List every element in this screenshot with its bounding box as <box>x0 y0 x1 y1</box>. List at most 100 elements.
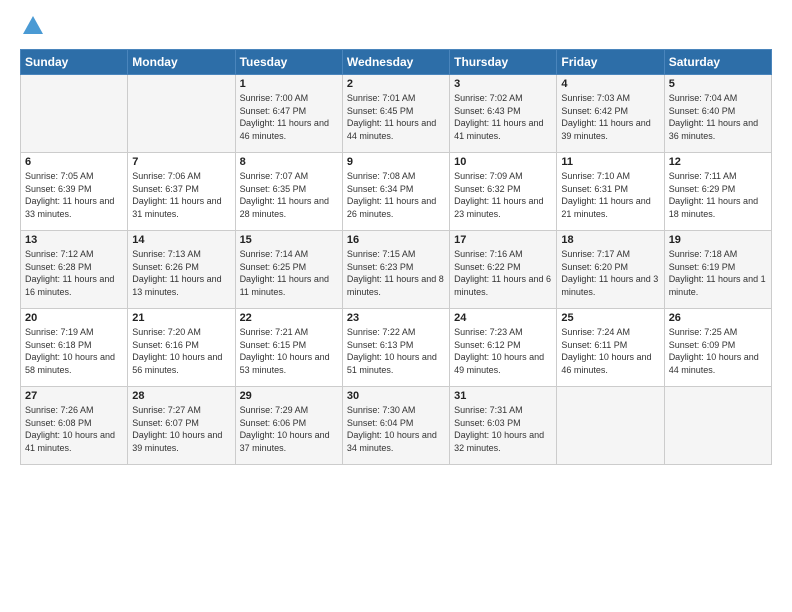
day-info: Sunrise: 7:24 AM Sunset: 6:11 PM Dayligh… <box>561 326 659 376</box>
calendar-header-row: SundayMondayTuesdayWednesdayThursdayFrid… <box>21 50 772 75</box>
day-number: 20 <box>25 312 123 324</box>
calendar-cell: 25 Sunrise: 7:24 AM Sunset: 6:11 PM Dayli… <box>557 309 664 387</box>
weekday-header: Monday <box>128 50 235 75</box>
calendar-cell: 14 Sunrise: 7:13 AM Sunset: 6:26 PM Dayli… <box>128 231 235 309</box>
header <box>20 16 772 39</box>
calendar-cell: 4 Sunrise: 7:03 AM Sunset: 6:42 PM Daylig… <box>557 75 664 153</box>
calendar-cell: 8 Sunrise: 7:07 AM Sunset: 6:35 PM Daylig… <box>235 153 342 231</box>
calendar-week-row: 20 Sunrise: 7:19 AM Sunset: 6:18 PM Dayli… <box>21 309 772 387</box>
weekday-header: Tuesday <box>235 50 342 75</box>
day-number: 1 <box>240 78 338 90</box>
calendar-week-row: 27 Sunrise: 7:26 AM Sunset: 6:08 PM Dayli… <box>21 387 772 465</box>
day-number: 15 <box>240 234 338 246</box>
day-number: 9 <box>347 156 445 168</box>
calendar-cell: 17 Sunrise: 7:16 AM Sunset: 6:22 PM Dayli… <box>450 231 557 309</box>
day-info: Sunrise: 7:10 AM Sunset: 6:31 PM Dayligh… <box>561 170 659 220</box>
calendar-cell: 29 Sunrise: 7:29 AM Sunset: 6:06 PM Dayli… <box>235 387 342 465</box>
calendar-cell: 31Sunrise: 7:31 AM Sunset: 6:03 PM Dayli… <box>450 387 557 465</box>
day-info: Sunrise: 7:02 AM Sunset: 6:43 PM Dayligh… <box>454 92 552 142</box>
calendar-cell: 23Sunrise: 7:22 AM Sunset: 6:13 PM Dayli… <box>342 309 449 387</box>
calendar-week-row: 6Sunrise: 7:05 AM Sunset: 6:39 PM Daylig… <box>21 153 772 231</box>
weekday-header: Thursday <box>450 50 557 75</box>
day-info: Sunrise: 7:17 AM Sunset: 6:20 PM Dayligh… <box>561 248 659 298</box>
day-info: Sunrise: 7:26 AM Sunset: 6:08 PM Dayligh… <box>25 404 123 454</box>
calendar-cell: 16Sunrise: 7:15 AM Sunset: 6:23 PM Dayli… <box>342 231 449 309</box>
day-number: 16 <box>347 234 445 246</box>
day-info: Sunrise: 7:27 AM Sunset: 6:07 PM Dayligh… <box>132 404 230 454</box>
day-info: Sunrise: 7:12 AM Sunset: 6:28 PM Dayligh… <box>25 248 123 298</box>
calendar-cell: 10Sunrise: 7:09 AM Sunset: 6:32 PM Dayli… <box>450 153 557 231</box>
day-number: 25 <box>561 312 659 324</box>
day-info: Sunrise: 7:03 AM Sunset: 6:42 PM Dayligh… <box>561 92 659 142</box>
day-number: 2 <box>347 78 445 90</box>
day-number: 19 <box>669 234 767 246</box>
day-info: Sunrise: 7:01 AM Sunset: 6:45 PM Dayligh… <box>347 92 445 142</box>
calendar-cell: 3Sunrise: 7:02 AM Sunset: 6:43 PM Daylig… <box>450 75 557 153</box>
calendar-cell <box>21 75 128 153</box>
day-info: Sunrise: 7:23 AM Sunset: 6:12 PM Dayligh… <box>454 326 552 376</box>
day-number: 29 <box>240 390 338 402</box>
day-info: Sunrise: 7:13 AM Sunset: 6:26 PM Dayligh… <box>132 248 230 298</box>
calendar-cell: 27 Sunrise: 7:26 AM Sunset: 6:08 PM Dayli… <box>21 387 128 465</box>
day-info: Sunrise: 7:22 AM Sunset: 6:13 PM Dayligh… <box>347 326 445 376</box>
day-number: 28 <box>132 390 230 402</box>
calendar-cell: 15 Sunrise: 7:14 AM Sunset: 6:25 PM Dayli… <box>235 231 342 309</box>
day-number: 8 <box>240 156 338 168</box>
calendar-cell: 1 Sunrise: 7:00 AM Sunset: 6:47 PM Daylig… <box>235 75 342 153</box>
day-number: 11 <box>561 156 659 168</box>
day-info: Sunrise: 7:30 AM Sunset: 6:04 PM Dayligh… <box>347 404 445 454</box>
logo-icon <box>23 16 43 34</box>
day-number: 27 <box>25 390 123 402</box>
calendar-week-row: 1 Sunrise: 7:00 AM Sunset: 6:47 PM Daylig… <box>21 75 772 153</box>
weekday-header: Friday <box>557 50 664 75</box>
day-number: 21 <box>132 312 230 324</box>
day-number: 7 <box>132 156 230 168</box>
calendar-cell: 24 Sunrise: 7:23 AM Sunset: 6:12 PM Dayli… <box>450 309 557 387</box>
day-info: Sunrise: 7:19 AM Sunset: 6:18 PM Dayligh… <box>25 326 123 376</box>
day-number: 18 <box>561 234 659 246</box>
day-number: 24 <box>454 312 552 324</box>
day-info: Sunrise: 7:09 AM Sunset: 6:32 PM Dayligh… <box>454 170 552 220</box>
day-info: Sunrise: 7:20 AM Sunset: 6:16 PM Dayligh… <box>132 326 230 376</box>
day-info: Sunrise: 7:14 AM Sunset: 6:25 PM Dayligh… <box>240 248 338 298</box>
calendar-cell <box>128 75 235 153</box>
calendar-cell: 5 Sunrise: 7:04 AM Sunset: 6:40 PM Daylig… <box>664 75 771 153</box>
day-info: Sunrise: 7:00 AM Sunset: 6:47 PM Dayligh… <box>240 92 338 142</box>
day-number: 13 <box>25 234 123 246</box>
day-number: 5 <box>669 78 767 90</box>
day-info: Sunrise: 7:08 AM Sunset: 6:34 PM Dayligh… <box>347 170 445 220</box>
calendar-cell: 21 Sunrise: 7:20 AM Sunset: 6:16 PM Dayli… <box>128 309 235 387</box>
calendar-cell: 6Sunrise: 7:05 AM Sunset: 6:39 PM Daylig… <box>21 153 128 231</box>
day-number: 4 <box>561 78 659 90</box>
day-number: 14 <box>132 234 230 246</box>
day-info: Sunrise: 7:07 AM Sunset: 6:35 PM Dayligh… <box>240 170 338 220</box>
day-number: 17 <box>454 234 552 246</box>
day-info: Sunrise: 7:21 AM Sunset: 6:15 PM Dayligh… <box>240 326 338 376</box>
day-info: Sunrise: 7:29 AM Sunset: 6:06 PM Dayligh… <box>240 404 338 454</box>
day-number: 31 <box>454 390 552 402</box>
calendar-cell: 9 Sunrise: 7:08 AM Sunset: 6:34 PM Daylig… <box>342 153 449 231</box>
day-info: Sunrise: 7:05 AM Sunset: 6:39 PM Dayligh… <box>25 170 123 220</box>
calendar-cell: 22 Sunrise: 7:21 AM Sunset: 6:15 PM Dayli… <box>235 309 342 387</box>
day-number: 12 <box>669 156 767 168</box>
calendar-cell: 20 Sunrise: 7:19 AM Sunset: 6:18 PM Dayli… <box>21 309 128 387</box>
calendar-cell: 26 Sunrise: 7:25 AM Sunset: 6:09 PM Dayli… <box>664 309 771 387</box>
weekday-header: Sunday <box>21 50 128 75</box>
day-info: Sunrise: 7:11 AM Sunset: 6:29 PM Dayligh… <box>669 170 767 220</box>
day-info: Sunrise: 7:16 AM Sunset: 6:22 PM Dayligh… <box>454 248 552 298</box>
calendar-cell: 19 Sunrise: 7:18 AM Sunset: 6:19 PM Dayli… <box>664 231 771 309</box>
day-number: 22 <box>240 312 338 324</box>
calendar-cell: 13 Sunrise: 7:12 AM Sunset: 6:28 PM Dayli… <box>21 231 128 309</box>
calendar-cell: 12 Sunrise: 7:11 AM Sunset: 6:29 PM Dayli… <box>664 153 771 231</box>
day-number: 26 <box>669 312 767 324</box>
calendar-cell: 2 Sunrise: 7:01 AM Sunset: 6:45 PM Daylig… <box>342 75 449 153</box>
logo <box>20 16 43 39</box>
day-info: Sunrise: 7:25 AM Sunset: 6:09 PM Dayligh… <box>669 326 767 376</box>
calendar-cell: 7Sunrise: 7:06 AM Sunset: 6:37 PM Daylig… <box>128 153 235 231</box>
day-info: Sunrise: 7:04 AM Sunset: 6:40 PM Dayligh… <box>669 92 767 142</box>
calendar-table: SundayMondayTuesdayWednesdayThursdayFrid… <box>20 49 772 465</box>
day-number: 30 <box>347 390 445 402</box>
day-info: Sunrise: 7:18 AM Sunset: 6:19 PM Dayligh… <box>669 248 767 298</box>
calendar-cell: 11 Sunrise: 7:10 AM Sunset: 6:31 PM Dayli… <box>557 153 664 231</box>
calendar-week-row: 13 Sunrise: 7:12 AM Sunset: 6:28 PM Dayli… <box>21 231 772 309</box>
